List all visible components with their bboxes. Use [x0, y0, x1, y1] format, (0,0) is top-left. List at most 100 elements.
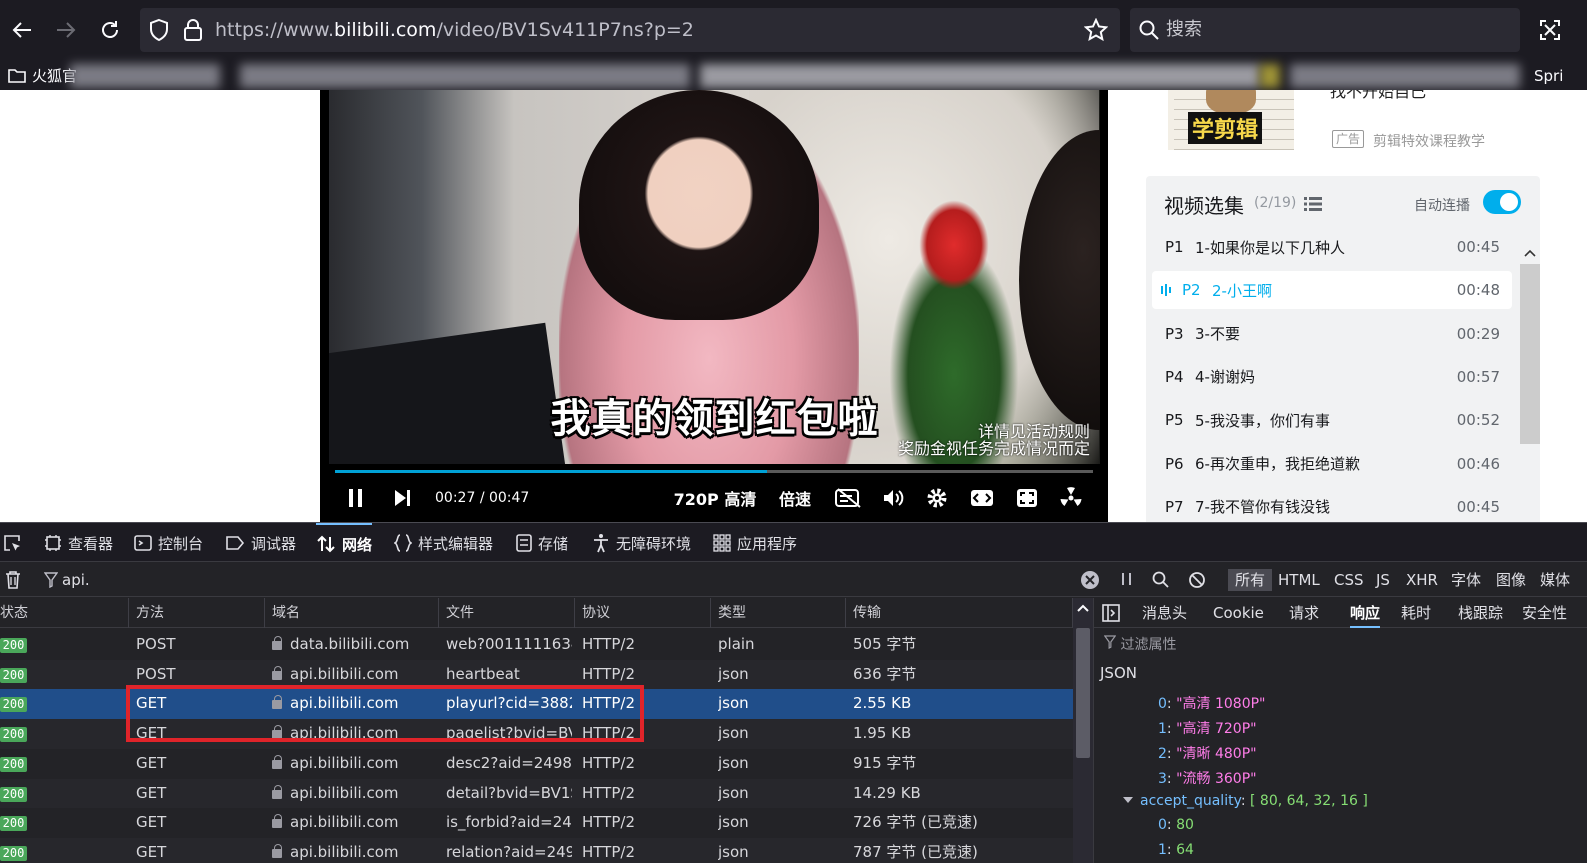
- quality-button[interactable]: 720P 高清: [670, 480, 760, 516]
- table-row[interactable]: 200 GET api.bilibili.com detail?bvid=BV1Sv4…: [0, 778, 1073, 809]
- method-cell-text: POST: [136, 635, 176, 653]
- type-filter-button[interactable]: 媒体: [1540, 569, 1570, 591]
- column-header[interactable]: 协议: [575, 598, 711, 628]
- detail-tab[interactable]: 栈跟踪: [1458, 598, 1503, 628]
- detail-tab[interactable]: 消息头: [1142, 598, 1187, 628]
- episode-item[interactable]: P5 5-我没事，你们有事 00:52: [1152, 401, 1512, 439]
- column-header[interactable]: 域名: [265, 598, 439, 628]
- episode-item[interactable]: P6 6-再次重申，我拒绝道歉 00:46: [1152, 445, 1512, 483]
- clear-filter-icon[interactable]: [1080, 570, 1100, 594]
- shield-icon[interactable]: [148, 18, 172, 42]
- table-row[interactable]: 200 GET api.bilibili.com relation?aid=24983…: [0, 837, 1073, 863]
- lock-icon[interactable]: [182, 18, 206, 42]
- json-line[interactable]: 2: "清晰 480P": [1158, 743, 1257, 763]
- autoplay-toggle[interactable]: [1483, 190, 1521, 214]
- scroll-up-icon[interactable]: [1520, 246, 1540, 260]
- json-line[interactable]: 1: "高清 720P": [1158, 718, 1257, 738]
- playlist-scroll-thumb[interactable]: [1520, 264, 1540, 444]
- column-header[interactable]: 文件: [439, 598, 575, 628]
- type-filter-button[interactable]: 图像: [1496, 569, 1526, 591]
- column-header[interactable]: 方法: [129, 598, 265, 628]
- video-frame[interactable]: 我真的领到红包啦 详情见活动规则 奖励金视任务完成情况而定: [329, 90, 1100, 464]
- bookmark-star-icon[interactable]: [1083, 17, 1109, 42]
- episode-code: P1: [1165, 238, 1184, 256]
- json-line[interactable]: accept_quality: [ 80, 64, 32, 16 ]: [1122, 793, 1368, 809]
- bookmark-folder[interactable]: 火狐官: [8, 62, 77, 90]
- devtools-tab[interactable]: 调试器: [225, 523, 296, 563]
- screenshot-icon[interactable]: [1534, 14, 1566, 46]
- devtools-tab[interactable]: 存储: [516, 523, 568, 563]
- progress-bar[interactable]: [335, 470, 1093, 473]
- requests-scrollbar[interactable]: [1073, 598, 1093, 863]
- settings-button[interactable]: [922, 480, 952, 516]
- type-filter-button[interactable]: JS: [1376, 569, 1390, 591]
- expand-icon[interactable]: [1122, 795, 1134, 805]
- scroll-up-icon[interactable]: [1073, 600, 1093, 616]
- episode-item[interactable]: P3 3-不要 00:29: [1152, 315, 1512, 353]
- column-header[interactable]: 传输: [846, 598, 1073, 628]
- episode-item[interactable]: P4 4-谢谢妈 00:57: [1152, 358, 1512, 396]
- episode-item[interactable]: P2 2-小王啊 00:48: [1152, 271, 1512, 310]
- devtools-tab[interactable]: 查看器: [44, 523, 113, 563]
- url-text[interactable]: https://www.bilibili.com/video/BV1Sv411P…: [215, 8, 694, 52]
- devtools-tab[interactable]: 网络: [316, 523, 373, 563]
- playlist-scrollbar[interactable]: [1520, 242, 1540, 522]
- detail-tab[interactable]: 响应: [1350, 598, 1381, 628]
- detail-tab[interactable]: 请求: [1289, 598, 1319, 628]
- devtools-tab[interactable]: 控制台: [134, 523, 203, 563]
- reload-icon[interactable]: [94, 14, 126, 46]
- fullscreen-button[interactable]: [1012, 480, 1042, 516]
- status-code-badge: 200: [0, 697, 27, 713]
- type-filter-button[interactable]: 所有: [1228, 569, 1273, 591]
- danmaku-off-button[interactable]: [832, 480, 866, 516]
- detail-tab[interactable]: 耗时: [1401, 598, 1431, 628]
- episode-item[interactable]: P7 7-我不管你有钱没钱 00:45: [1152, 488, 1512, 522]
- filter-properties-input[interactable]: 过滤属性: [1103, 634, 1176, 654]
- ad-title[interactable]: 找不开始自己: [1330, 90, 1426, 102]
- json-line[interactable]: 0: 80: [1158, 817, 1194, 833]
- element-picker-icon[interactable]: [2, 523, 28, 563]
- search-bar[interactable]: 搜索: [1130, 8, 1520, 52]
- type-filter-button[interactable]: 字体: [1451, 569, 1481, 591]
- radiation-button[interactable]: [1056, 480, 1086, 516]
- table-row[interactable]: 200 GET api.bilibili.com is_forbid?aid=2498…: [0, 808, 1073, 838]
- video-player[interactable]: 我真的领到红包啦 详情见活动规则 奖励金视任务完成情况而定 00:27 / 00…: [320, 90, 1108, 522]
- table-row[interactable]: 200 GET api.bilibili.com desc2?aid=2498370 H…: [0, 749, 1073, 779]
- url-bar[interactable]: https://www.bilibili.com/video/BV1Sv411P…: [140, 8, 1120, 52]
- json-line[interactable]: 1: 64: [1158, 842, 1194, 858]
- pause-recording-icon[interactable]: [1120, 571, 1134, 591]
- type-filter-button[interactable]: CSS: [1334, 569, 1364, 591]
- json-line[interactable]: 0: "高清 1080P": [1158, 693, 1266, 713]
- trash-icon[interactable]: [4, 570, 22, 594]
- back-icon[interactable]: [6, 14, 38, 46]
- detail-tab[interactable]: Cookie: [1213, 598, 1264, 628]
- toggle-sidebar-icon[interactable]: [1102, 604, 1120, 626]
- volume-button[interactable]: [878, 480, 908, 516]
- next-button[interactable]: [388, 480, 416, 516]
- episode-title: 7-我不管你有钱没钱: [1195, 498, 1330, 517]
- widescreen-button[interactable]: [967, 480, 997, 516]
- type-filter-button[interactable]: XHR: [1406, 569, 1438, 591]
- search-icon[interactable]: [1152, 571, 1170, 593]
- url-filter-input[interactable]: api.: [62, 563, 90, 597]
- json-line[interactable]: 3: "流畅 360P": [1158, 768, 1257, 788]
- forward-icon[interactable]: [50, 14, 82, 46]
- list-view-icon[interactable]: [1304, 196, 1322, 215]
- pause-button[interactable]: [342, 480, 370, 516]
- bookmark-item-right[interactable]: Spri: [1534, 62, 1563, 90]
- type-filter-button[interactable]: HTML: [1278, 569, 1320, 591]
- ad-thumbnail[interactable]: 学剪辑: [1168, 90, 1294, 150]
- detail-tab[interactable]: 安全性: [1522, 598, 1567, 628]
- requests-scroll-thumb[interactable]: [1076, 628, 1090, 758]
- episode-item[interactable]: P1 1-如果你是以下几种人 00:45: [1152, 228, 1512, 266]
- devtools-tab[interactable]: 应用程序: [713, 523, 797, 563]
- ad-text[interactable]: 剪辑特效课程教学: [1373, 131, 1485, 151]
- type-cell-text: plain: [718, 635, 755, 653]
- devtools-tab[interactable]: 无障碍环境: [592, 523, 691, 563]
- speed-button[interactable]: 倍速: [775, 480, 815, 516]
- column-header[interactable]: 类型: [711, 598, 846, 628]
- block-icon[interactable]: [1188, 571, 1206, 593]
- column-header[interactable]: 状态: [0, 598, 129, 628]
- table-row[interactable]: 200 POST data.bilibili.com web?001111163445…: [0, 630, 1073, 660]
- devtools-tab[interactable]: 样式编辑器: [394, 523, 493, 563]
